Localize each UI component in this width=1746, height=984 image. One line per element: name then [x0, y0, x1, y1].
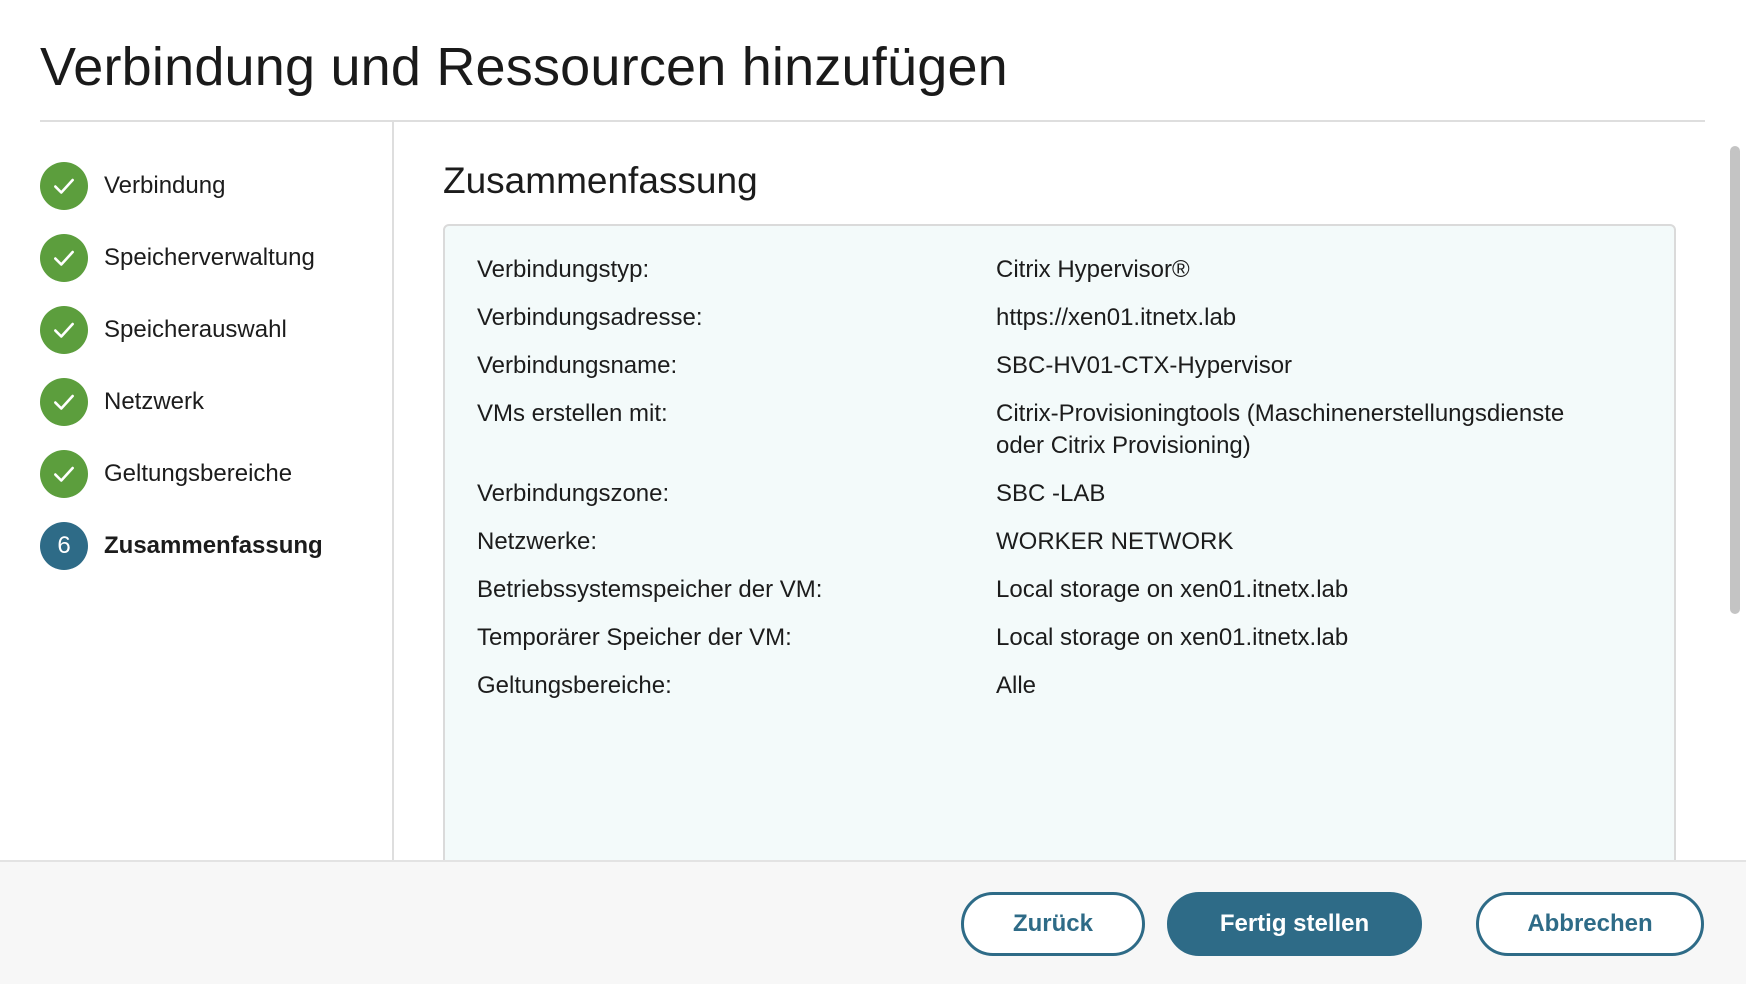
back-button[interactable]: Zurück	[961, 892, 1145, 956]
cancel-button[interactable]: Abbrechen	[1476, 892, 1704, 956]
summary-row: Netzwerke: WORKER NETWORK	[477, 526, 1667, 558]
step-label: Verbindung	[104, 172, 226, 199]
step-geltungsbereiche[interactable]: Geltungsbereiche	[40, 438, 380, 510]
step-number-badge: 6	[40, 522, 88, 570]
summary-title: Zusammenfassung	[443, 160, 758, 201]
summary-value: WORKER NETWORK	[996, 528, 1234, 555]
summary-key: Temporärer Speicher der VM:	[477, 624, 792, 651]
summary-key: Verbindungsadresse:	[477, 304, 703, 331]
checkmark-icon	[40, 378, 88, 426]
wizard-steps: Verbindung Speicherverwaltung Speicherau…	[40, 150, 380, 582]
checkmark-icon	[40, 162, 88, 210]
step-netzwerk[interactable]: Netzwerk	[40, 366, 380, 438]
step-label: Geltungsbereiche	[104, 460, 293, 487]
nav-divider	[392, 122, 394, 860]
summary-row: Temporärer Speicher der VM: Local storag…	[477, 622, 1667, 654]
summary-value: Citrix-Provisioningtools (Maschinenerste…	[996, 400, 1565, 459]
summary-key: Betriebssystemspeicher der VM:	[477, 576, 823, 603]
summary-row: Verbindungstyp: Citrix Hypervisor®	[477, 254, 1667, 286]
add-connection-dialog: Verbindung und Ressourcen hinzufügen Ver…	[0, 0, 1746, 984]
checkmark-icon	[40, 306, 88, 354]
summary-key: Geltungsbereiche:	[477, 672, 672, 699]
step-label: Netzwerk	[104, 388, 205, 415]
summary-value: Alle	[996, 672, 1037, 699]
finish-button[interactable]: Fertig stellen	[1167, 892, 1422, 956]
step-label: Zusammenfassung	[104, 532, 323, 559]
summary-row: Geltungsbereiche: Alle	[477, 670, 1667, 702]
summary-value: SBC-HV01-CTX-Hypervisor	[996, 352, 1293, 379]
step-speicherverwaltung[interactable]: Speicherverwaltung	[40, 222, 380, 294]
step-label: Speicherverwaltung	[104, 244, 315, 271]
step-speicherauswahl[interactable]: Speicherauswahl	[40, 294, 380, 366]
checkmark-icon	[40, 234, 88, 282]
summary-value: Citrix Hypervisor®	[996, 256, 1190, 283]
summary-key: VMs erstellen mit:	[477, 400, 668, 427]
summary-key: Verbindungstyp:	[477, 256, 650, 283]
vertical-scrollbar[interactable]	[1730, 146, 1740, 614]
step-zusammenfassung[interactable]: 6 Zusammenfassung	[40, 510, 380, 582]
dialog-footer: Zurück Fertig stellen Abbrechen	[0, 860, 1746, 984]
summary-row: Verbindungsadresse: https://xen01.itnetx…	[477, 302, 1667, 334]
summary-value: Local storage on xen01.itnetx.lab	[996, 624, 1349, 651]
summary-panel: Verbindungstyp: Citrix Hypervisor® Verbi…	[443, 224, 1676, 884]
summary-row: Verbindungszone: SBC -LAB	[477, 478, 1667, 510]
step-label: Speicherauswahl	[104, 316, 287, 343]
summary-value: Local storage on xen01.itnetx.lab	[996, 576, 1349, 603]
summary-key: Verbindungsname:	[477, 352, 678, 379]
summary-key: Netzwerke:	[477, 528, 598, 555]
summary-row: Betriebssystemspeicher der VM: Local sto…	[477, 574, 1667, 606]
summary-row: Verbindungsname: SBC-HV01-CTX-Hypervisor	[477, 350, 1667, 382]
summary-value: SBC -LAB	[996, 480, 1106, 507]
summary-row: VMs erstellen mit: Citrix-Provisioningto…	[477, 398, 1667, 462]
title-divider	[40, 120, 1705, 122]
summary-key: Verbindungszone:	[477, 480, 670, 507]
summary-table: Verbindungstyp: Citrix Hypervisor® Verbi…	[477, 254, 1667, 718]
step-verbindung[interactable]: Verbindung	[40, 150, 380, 222]
summary-value: https://xen01.itnetx.lab	[996, 304, 1237, 331]
checkmark-icon	[40, 450, 88, 498]
dialog-title: Verbindung und Ressourcen hinzufügen	[40, 37, 1008, 97]
